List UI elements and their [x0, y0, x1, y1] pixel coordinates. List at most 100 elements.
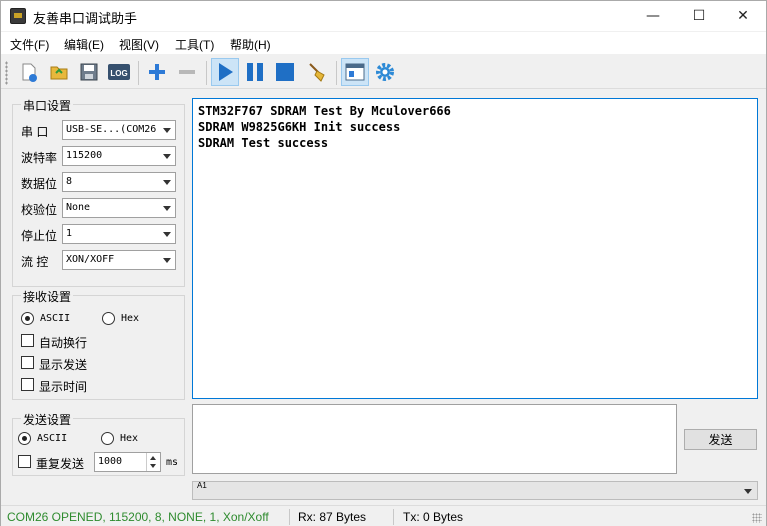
interval-stepper[interactable]: 1000	[94, 452, 161, 472]
pause-button[interactable]	[241, 58, 269, 86]
interval-value: 1000	[98, 456, 123, 467]
parity-label: 校验位	[21, 203, 58, 217]
minimize-button[interactable]: —	[630, 1, 676, 31]
menu-edit[interactable]: 编辑(E)	[64, 36, 104, 53]
stopbits-value: 1	[66, 228, 73, 239]
port-select[interactable]: USB-SE...(COM26	[62, 120, 176, 140]
play-icon	[219, 63, 233, 81]
window-title: 友善串口调试助手	[33, 11, 138, 26]
menu-view[interactable]: 视图(V)	[119, 36, 159, 53]
show-send-label: 显示发送	[39, 358, 88, 372]
auto-wrap-checkbox[interactable]	[21, 334, 34, 347]
repeat-send-label: 重复发送	[36, 457, 85, 471]
window-layout-icon	[345, 63, 365, 81]
baud-value: 115200	[66, 150, 103, 161]
parity-value: None	[66, 202, 91, 213]
show-send-checkbox[interactable]	[21, 356, 34, 369]
window-layout-button[interactable]	[341, 58, 369, 86]
chevron-down-icon	[163, 128, 171, 133]
add-button[interactable]	[143, 58, 171, 86]
menu-file[interactable]: 文件(F)	[10, 36, 49, 53]
receive-line: SDRAM Test success	[198, 136, 329, 150]
new-button[interactable]	[15, 58, 43, 86]
receive-hex-label: Hex	[121, 313, 140, 324]
toolbar-separator	[336, 61, 337, 85]
pause-icon	[247, 63, 263, 81]
close-button[interactable]: ✕	[720, 1, 766, 31]
send-input[interactable]	[192, 404, 677, 474]
new-icon	[22, 63, 37, 82]
receive-settings-title: 接收设置	[21, 288, 74, 305]
settings-gear-icon	[376, 63, 394, 81]
chevron-down-icon	[163, 258, 171, 263]
databits-label: 数据位	[21, 177, 58, 191]
databits-select[interactable]: 8	[62, 172, 176, 192]
menu-help[interactable]: 帮助(H)	[230, 36, 271, 53]
play-button[interactable]	[211, 58, 239, 86]
stepper-buttons[interactable]	[146, 453, 160, 471]
flow-value: XON/XOFF	[66, 254, 115, 265]
send-ascii-label: ASCII	[37, 433, 68, 444]
port-label: 串 口	[21, 125, 49, 139]
app-window: 友善串口调试助手 — ☐ ✕ 文件(F) 编辑(E) 视图(V) 工具(T) 帮…	[0, 0, 767, 526]
toolbar-separator	[138, 61, 139, 85]
port-status: COM26 OPENED, 115200, 8, NONE, 1, Xon/Xo…	[7, 510, 269, 524]
chevron-down-icon[interactable]	[150, 464, 156, 468]
send-button[interactable]: 发送	[684, 429, 757, 450]
parity-select[interactable]: None	[62, 198, 176, 218]
send-ascii-radio[interactable]	[18, 432, 31, 445]
flow-label: 流 控	[21, 255, 49, 269]
show-time-label: 显示时间	[39, 380, 88, 394]
resize-grip-icon[interactable]	[752, 513, 762, 523]
send-hex-radio[interactable]	[101, 432, 114, 445]
send-settings-title: 发送设置	[21, 411, 74, 428]
menu-bar: 文件(F) 编辑(E) 视图(V) 工具(T) 帮助(H)	[1, 32, 766, 54]
remove-button[interactable]	[173, 58, 201, 86]
chevron-down-icon	[744, 489, 752, 494]
send-hex-label: Hex	[120, 433, 139, 444]
send-history-select[interactable]: A1	[192, 481, 758, 500]
save-button[interactable]	[75, 58, 103, 86]
baud-label: 波特率	[21, 151, 58, 165]
toolbar: LOG	[1, 55, 766, 89]
chevron-up-icon[interactable]	[150, 456, 156, 460]
chevron-down-icon	[163, 206, 171, 211]
tx-count: Tx: 0 Bytes	[403, 510, 464, 524]
open-icon	[50, 66, 68, 80]
rx-count: Rx: 87 Bytes	[298, 510, 367, 524]
chevron-down-icon	[163, 154, 171, 159]
receive-settings-group: 接收设置	[12, 288, 185, 400]
app-icon	[10, 8, 26, 24]
port-value: USB-SE...(COM26	[66, 124, 157, 135]
stop-button[interactable]	[271, 58, 299, 86]
interval-unit: ms	[166, 457, 179, 468]
log-button[interactable]: LOG	[105, 58, 133, 86]
stopbits-label: 停止位	[21, 229, 58, 243]
log-icon-label: LOG	[110, 69, 127, 78]
toolbar-separator	[206, 61, 207, 85]
open-button[interactable]	[45, 58, 73, 86]
save-icon	[80, 63, 98, 81]
receive-output[interactable]: STM32F767 SDRAM Test By Mculover666 SDRA…	[192, 98, 758, 399]
receive-ascii-radio[interactable]	[21, 312, 34, 325]
serial-settings-title: 串口设置	[21, 97, 74, 114]
settings-button[interactable]	[371, 58, 399, 86]
stopbits-select[interactable]: 1	[62, 224, 176, 244]
clear-button[interactable]	[303, 58, 331, 86]
menu-tools[interactable]: 工具(T)	[175, 36, 214, 53]
show-time-checkbox[interactable]	[21, 378, 34, 391]
baud-select[interactable]: 115200	[62, 146, 176, 166]
repeat-send-checkbox[interactable]	[18, 455, 31, 468]
log-icon: LOG	[108, 64, 130, 80]
flow-select[interactable]: XON/XOFF	[62, 250, 176, 270]
maximize-button[interactable]: ☐	[676, 1, 722, 31]
remove-icon	[179, 70, 195, 74]
chevron-down-icon	[163, 180, 171, 185]
status-separator	[289, 509, 290, 525]
status-bar: COM26 OPENED, 115200, 8, NONE, 1, Xon/Xo…	[1, 505, 766, 526]
auto-wrap-label: 自动换行	[39, 336, 88, 350]
receive-hex-radio[interactable]	[102, 312, 115, 325]
title-bar: 友善串口调试助手 — ☐ ✕	[1, 1, 766, 31]
receive-line: STM32F767 SDRAM Test By Mculover666	[198, 104, 451, 118]
add-icon	[149, 64, 165, 80]
